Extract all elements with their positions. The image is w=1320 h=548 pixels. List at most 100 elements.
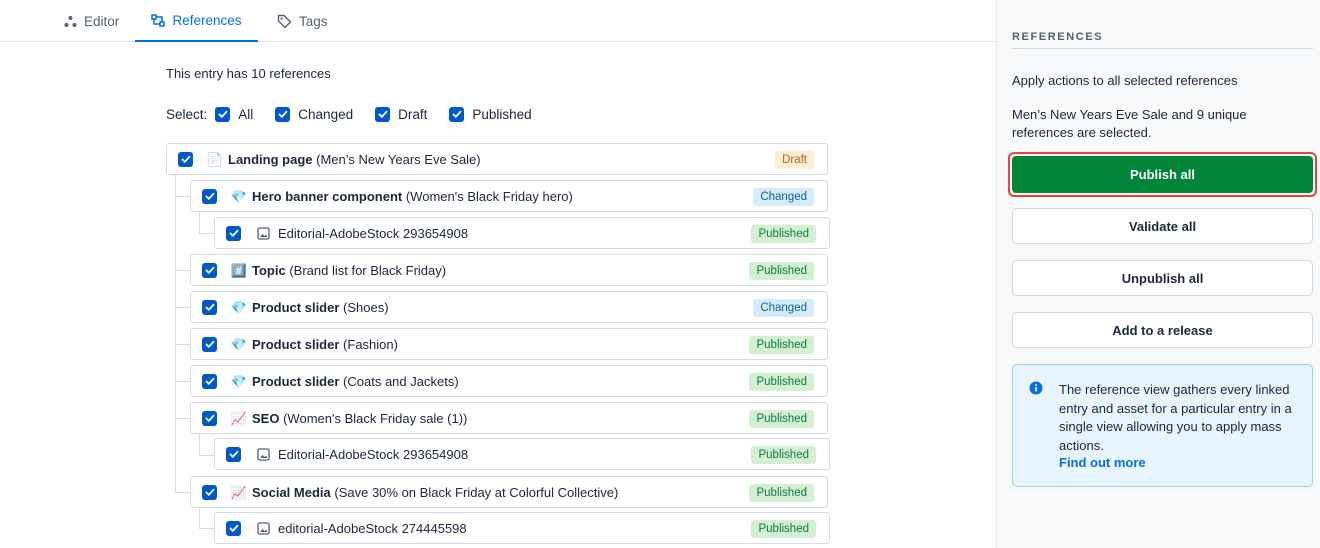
tree-line — [199, 508, 200, 528]
reference-row[interactable]: #️⃣ Topic (Brand list for Black Friday) … — [190, 254, 828, 286]
filter-changed[interactable]: Changed — [275, 106, 354, 122]
tab-label: Tags — [299, 13, 328, 29]
reference-name: Editorial-AdobeStock 293654908 — [278, 225, 469, 241]
reference-row[interactable]: 💎 Hero banner component (Women's Black F… — [190, 180, 828, 212]
checkbox[interactable] — [275, 106, 291, 122]
tab-references[interactable]: References — [135, 0, 258, 42]
tree-line — [175, 270, 190, 271]
references-sidebar: REFERENCES Apply actions to all selected… — [996, 0, 1320, 548]
checkbox[interactable] — [202, 410, 217, 426]
select-filters: Select: All Changed Draft Published — [166, 104, 554, 124]
reference-name: (Coats and Jackets) — [343, 373, 459, 389]
tree-line — [175, 307, 190, 308]
tab-tags[interactable]: Tags — [277, 0, 328, 42]
checkbox[interactable] — [178, 151, 193, 167]
checkbox[interactable] — [226, 446, 241, 462]
selection-summary: Men’s New Years Eve Sale and 9 unique re… — [1012, 107, 1247, 140]
page-icon: 📄 — [206, 151, 224, 167]
tree-line — [175, 492, 190, 493]
checkbox[interactable] — [226, 225, 241, 241]
tab-label: References — [172, 12, 242, 28]
status-badge: Draft — [775, 151, 814, 169]
status-badge: Published — [749, 336, 814, 354]
filter-published[interactable]: Published — [449, 106, 532, 122]
tree-line — [199, 528, 214, 529]
gem-icon: 💎 — [230, 299, 248, 315]
image-icon — [257, 447, 270, 461]
checkbox[interactable] — [202, 484, 217, 500]
filter-all[interactable]: All — [215, 106, 254, 122]
checkbox[interactable] — [202, 299, 217, 315]
reference-name: (Women's Black Friday hero) — [405, 188, 573, 204]
select-label: Select: — [166, 106, 208, 122]
status-badge: Published — [751, 520, 816, 538]
reference-row[interactable]: 📈 SEO (Women's Black Friday sale (1)) Pu… — [190, 402, 828, 434]
filter-label: All — [238, 106, 254, 122]
tab-editor[interactable]: Editor — [64, 0, 119, 42]
reference-row[interactable]: 💎 Product slider (Coats and Jackets) Pub… — [190, 365, 828, 397]
hash-icon: #️⃣ — [230, 262, 248, 278]
reference-row[interactable]: 💎 Product slider (Shoes) Changed — [190, 291, 828, 323]
tree-line — [199, 233, 214, 234]
status-badge: Changed — [753, 188, 814, 206]
reference-name: (Women's Black Friday sale (1)) — [283, 410, 468, 426]
checkbox[interactable] — [215, 106, 231, 122]
gem-icon: 💎 — [230, 188, 248, 204]
tree-line — [175, 418, 190, 419]
reference-name: editorial-AdobeStock 274445598 — [278, 520, 467, 536]
tree-line — [175, 175, 176, 493]
checkbox[interactable] — [202, 336, 217, 352]
reference-type: SEO — [252, 410, 280, 426]
tree-line — [199, 455, 214, 456]
reference-count: This entry has 10 references — [166, 66, 331, 81]
validate-all-button[interactable]: Validate all — [1012, 208, 1313, 244]
tree-line — [175, 344, 190, 345]
status-badge: Published — [751, 446, 816, 464]
status-badge: Published — [749, 410, 814, 428]
checkbox[interactable] — [375, 106, 391, 122]
checkbox[interactable] — [202, 373, 217, 389]
checkbox[interactable] — [202, 188, 217, 204]
chart-icon: 📈 — [230, 484, 248, 500]
filter-label: Changed — [298, 106, 354, 122]
reference-type: Social Media — [252, 484, 331, 500]
filter-draft[interactable]: Draft — [375, 106, 428, 122]
gem-icon: 💎 — [230, 336, 248, 352]
gem-icon: 💎 — [230, 373, 248, 389]
tree-line — [175, 381, 190, 382]
reference-row[interactable]: 💎 Product slider (Fashion) Published — [190, 328, 828, 360]
unpublish-all-button[interactable]: Unpublish all — [1012, 260, 1313, 296]
reference-row[interactable]: editorial-AdobeStock 274445598 Published — [214, 512, 830, 544]
reference-type: Hero banner component — [252, 188, 403, 204]
reference-row[interactable]: 📄 Landing page (Men’s New Years Eve Sale… — [166, 143, 828, 175]
reference-name: (Men’s New Years Eve Sale) — [316, 151, 481, 167]
reference-name: (Save 30% on Black Friday at Colorful Co… — [334, 484, 619, 500]
image-icon — [257, 521, 270, 535]
find-out-more-link[interactable]: Find out more — [1059, 455, 1146, 470]
info-icon — [1029, 381, 1043, 398]
chart-icon: 📈 — [230, 410, 248, 426]
tab-label: Editor — [84, 13, 120, 29]
editor-icon — [64, 15, 77, 28]
reference-row[interactable]: Editorial-AdobeStock 293654908 Published — [214, 438, 830, 470]
reference-type: Landing page — [228, 151, 313, 167]
checkbox[interactable] — [449, 106, 465, 122]
filter-label: Published — [472, 106, 532, 122]
status-badge: Published — [749, 262, 814, 280]
reference-type: Product slider — [252, 336, 340, 352]
info-note: The reference view gathers every linked … — [1012, 364, 1313, 487]
info-text: The reference view gathers every linked … — [1059, 382, 1292, 453]
status-badge: Published — [749, 373, 814, 391]
reference-row[interactable]: Editorial-AdobeStock 293654908 Published — [214, 217, 830, 249]
reference-row[interactable]: 📈 Social Media (Save 30% on Black Friday… — [190, 476, 828, 508]
add-to-release-button[interactable]: Add to a release — [1012, 312, 1313, 348]
apply-actions-text: Apply actions to all selected references — [1012, 73, 1238, 88]
checkbox[interactable] — [202, 262, 217, 278]
tag-icon — [277, 14, 292, 29]
publish-all-button[interactable]: Publish all — [1012, 156, 1313, 193]
image-icon — [257, 226, 270, 240]
reference-type: Topic — [252, 262, 286, 278]
tab-bar: Editor References Tags — [0, 0, 996, 42]
filter-label: Draft — [398, 106, 428, 122]
checkbox[interactable] — [226, 520, 241, 536]
